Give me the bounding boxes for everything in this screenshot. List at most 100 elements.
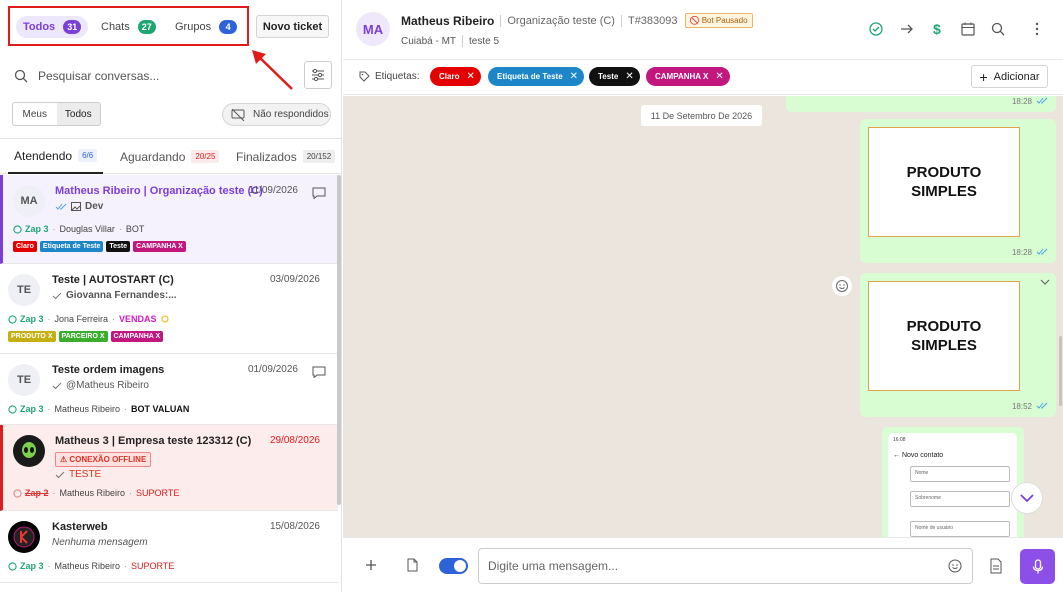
whatsapp-icon: [13, 488, 22, 498]
scope-todos[interactable]: Todos: [56, 103, 100, 125]
conversation-preview: Nenhuma mensagem: [52, 537, 148, 548]
bot-status-badge: 🚫 Bot Pausado: [684, 13, 753, 28]
scroll-to-bottom-button[interactable]: [1011, 482, 1043, 514]
message-bubble[interactable]: PRODUTO SIMPLES 18:28: [860, 119, 1056, 263]
conversation-item[interactable]: Kasterweb 15/08/2026 Nenhuma mensagem Za…: [0, 511, 338, 583]
tag: PARCEIRO X: [58, 331, 108, 342]
tag: PRODUTO X: [8, 331, 56, 342]
phone-title-text: Novo contato: [901, 452, 944, 459]
tags-label-text: Etiquetas:: [375, 71, 420, 82]
filter-settings-button[interactable]: [304, 61, 332, 89]
filter-chats[interactable]: Chats 27: [94, 16, 163, 38]
file-icon[interactable]: [405, 558, 419, 572]
chat-messages: 11 De Setembro De 2026 18:28 PRODUTO SIMP…: [343, 96, 1063, 537]
dollar-icon[interactable]: $: [929, 21, 945, 37]
message-time: 18:28: [1011, 248, 1032, 257]
chevron-down-icon[interactable]: [1040, 279, 1050, 285]
remove-tag-icon[interactable]: ✕: [570, 71, 578, 82]
conversation-meta: Zap 3 · Matheus Ribeiro · SUPORTE: [8, 561, 174, 571]
chat-bubble-icon[interactable]: [312, 187, 326, 199]
more-vertical-icon[interactable]: [1029, 21, 1045, 37]
new-ticket-button[interactable]: Novo ticket: [256, 15, 329, 38]
filter-todos[interactable]: Todos 31: [16, 16, 89, 38]
react-emoji-button[interactable]: [832, 276, 852, 296]
conversation-item[interactable]: MA Matheus Ribeiro | Organização teste (…: [0, 175, 338, 264]
resolve-check-icon[interactable]: [868, 21, 884, 37]
chat-bubble-icon[interactable]: [312, 366, 326, 378]
unanswered-filter-button[interactable]: Não respondidos: [222, 103, 331, 126]
product-image[interactable]: PRODUTO SIMPLES: [868, 127, 1020, 237]
avatar: TE: [8, 274, 40, 306]
search-input[interactable]: [38, 66, 278, 86]
conversation-meta: Zap 2 · Matheus Ribeiro · SUPORTE: [13, 488, 179, 498]
phone-field: Nome de usuário: [910, 521, 1010, 537]
message-bubble[interactable]: 18:28: [786, 96, 1056, 112]
chat-scrollbar[interactable]: [1059, 336, 1062, 406]
conversation-date: 15/08/2026: [269, 521, 320, 532]
conversation-item[interactable]: TE Teste ordem imagens 01/09/2026 @Mathe…: [0, 354, 338, 425]
message-input[interactable]: [478, 548, 973, 584]
contact-avatar[interactable]: MA: [356, 12, 390, 46]
contact-location: Cuiabá - MT: [401, 35, 457, 47]
avatar: [8, 521, 40, 553]
conversation-date: 03/09/2026: [269, 274, 320, 285]
message-composer: [343, 537, 1063, 592]
calendar-icon[interactable]: [960, 21, 976, 37]
whatsapp-icon: [13, 224, 22, 234]
tag-label: Teste: [598, 72, 619, 81]
message-bubble[interactable]: 16:08 ← Novo contato Nome Sobrenome Nome…: [882, 427, 1024, 537]
chevron-down-icon: [1020, 493, 1034, 502]
search-icon[interactable]: [990, 21, 1006, 37]
status-tabs: Atendendo 6/6 Aguardando 20/25 Finalizad…: [0, 138, 342, 174]
conversation-preview: TESTE: [55, 469, 101, 480]
add-tag-button[interactable]: + Adicionar: [971, 65, 1048, 88]
remove-tag-icon[interactable]: ✕: [625, 71, 633, 82]
product-text: PRODUTO: [906, 164, 982, 181]
transfer-arrow-icon[interactable]: [899, 21, 915, 37]
add-tag-label: Adicionar: [993, 70, 1040, 83]
product-image[interactable]: PRODUTO SIMPLES: [868, 281, 1020, 391]
agent-name: Matheus Ribeiro: [54, 404, 121, 414]
connection-name: Zap 2: [25, 488, 49, 498]
conversation-name: Kasterweb: [52, 521, 108, 533]
tab-aguardando[interactable]: Aguardando 20/25: [120, 139, 220, 174]
document-icon[interactable]: [989, 558, 1003, 574]
list-scrollbar[interactable]: [337, 175, 341, 505]
phone-title: ← Novo contato: [893, 452, 944, 459]
plus-icon[interactable]: [364, 558, 378, 572]
header-tag: Claro ✕: [430, 67, 481, 86]
conversation-item[interactable]: TE Teste | AUTOSTART (C) 03/09/2026 Giov…: [0, 264, 338, 354]
avatar: [13, 435, 45, 467]
scope-toggle: Meus Todos: [12, 102, 101, 126]
scope-meus[interactable]: Meus: [13, 103, 57, 125]
tag-label: CAMPANHA X: [655, 72, 709, 81]
filter-count: 27: [137, 20, 156, 34]
microphone-button[interactable]: [1020, 549, 1055, 584]
image-icon: [71, 202, 81, 211]
remove-tag-icon[interactable]: ✕: [715, 71, 723, 82]
conversation-item[interactable]: Matheus 3 | Empresa teste 123312 (C) 29/…: [0, 425, 338, 511]
phone-field: Sobrenome: [910, 491, 1010, 507]
message-bubble[interactable]: PRODUTO SIMPLES 18:52: [860, 273, 1056, 417]
contact-name[interactable]: Matheus Ribeiro: [401, 14, 494, 28]
smiley-icon: [836, 280, 848, 292]
tab-finalizados[interactable]: Finalizados 20/152: [236, 139, 336, 174]
signature-toggle[interactable]: [439, 558, 468, 574]
emoji-icon[interactable]: [947, 558, 963, 574]
preview-text: Giovanna Fernandes:...: [66, 290, 177, 301]
screenshot-image[interactable]: 16:08 ← Novo contato Nome Sobrenome Nome…: [888, 433, 1017, 537]
agent-name: Douglas Villar: [59, 224, 115, 234]
contact-info: Matheus Ribeiro Organização teste (C) T#…: [401, 13, 753, 28]
conversation-meta: Zap 3 · Matheus Ribeiro · BOT VALUAN: [8, 404, 189, 414]
tag: Etiqueta de Teste: [39, 241, 104, 252]
header-tag: CAMPANHA X ✕: [646, 67, 730, 86]
filter-label: Todos: [23, 21, 56, 33]
ticket-id: T#383093: [627, 14, 678, 27]
conversation-name: Teste | AUTOSTART (C): [52, 274, 174, 286]
remove-tag-icon[interactable]: ✕: [466, 71, 474, 82]
tab-atendendo[interactable]: Atendendo 6/6: [8, 139, 104, 174]
filter-grupos[interactable]: Grupos 4: [168, 16, 244, 38]
conversation-preview: Giovanna Fernandes:...: [52, 290, 177, 301]
check-icon: [52, 292, 62, 299]
tag: CAMPANHA X: [110, 331, 164, 342]
